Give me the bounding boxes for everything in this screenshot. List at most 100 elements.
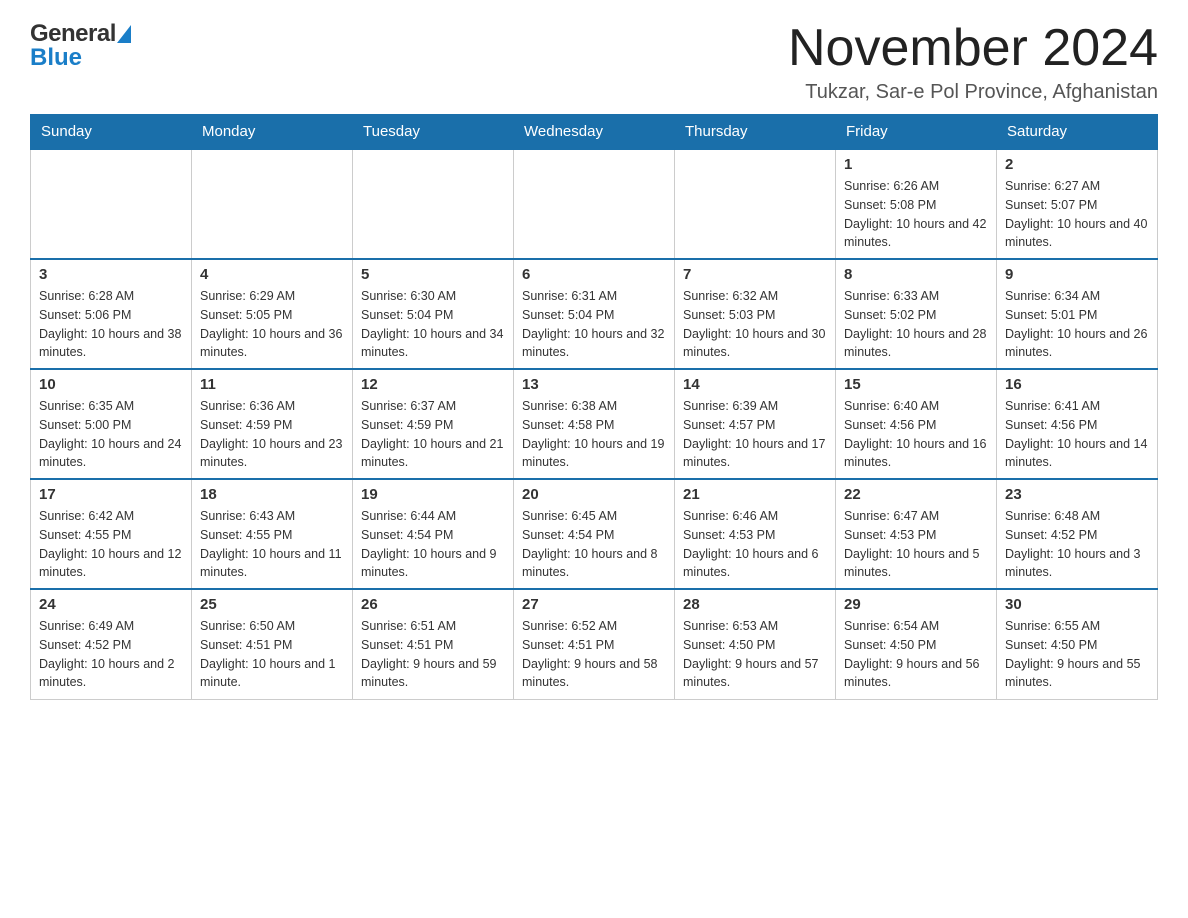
- calendar-day-cell: 3 Sunrise: 6:28 AMSunset: 5:06 PMDaylight…: [31, 259, 192, 369]
- day-number: 25: [200, 596, 344, 613]
- day-number: 30: [1005, 596, 1149, 613]
- calendar-day-cell: 15 Sunrise: 6:40 AMSunset: 4:56 PMDayligh…: [836, 369, 997, 479]
- calendar-header-monday: Monday: [192, 115, 353, 150]
- calendar-day-cell: 2 Sunrise: 6:27 AMSunset: 5:07 PMDaylight…: [997, 149, 1158, 259]
- day-number: 23: [1005, 486, 1149, 503]
- day-info: Sunrise: 6:27 AMSunset: 5:07 PMDaylight:…: [1005, 177, 1149, 252]
- calendar-header-wednesday: Wednesday: [514, 115, 675, 150]
- calendar-day-cell: [514, 149, 675, 259]
- calendar-day-cell: 22 Sunrise: 6:47 AMSunset: 4:53 PMDayligh…: [836, 479, 997, 589]
- location-subtitle: Tukzar, Sar-e Pol Province, Afghanistan: [788, 81, 1158, 104]
- day-number: 29: [844, 596, 988, 613]
- calendar-day-cell: 29 Sunrise: 6:54 AMSunset: 4:50 PMDayligh…: [836, 589, 997, 699]
- calendar-week-row: 24 Sunrise: 6:49 AMSunset: 4:52 PMDayligh…: [31, 589, 1158, 699]
- day-info: Sunrise: 6:47 AMSunset: 4:53 PMDaylight:…: [844, 507, 988, 582]
- calendar-day-cell: 17Sunrise: 6:42 AMSunset: 4:55 PMDayligh…: [31, 479, 192, 589]
- calendar-day-cell: 6 Sunrise: 6:31 AMSunset: 5:04 PMDaylight…: [514, 259, 675, 369]
- calendar-header-sunday: Sunday: [31, 115, 192, 150]
- calendar-day-cell: 8Sunrise: 6:33 AMSunset: 5:02 PMDaylight…: [836, 259, 997, 369]
- day-number: 11: [200, 376, 344, 393]
- day-info: Sunrise: 6:36 AMSunset: 4:59 PMDaylight:…: [200, 397, 344, 472]
- day-info: Sunrise: 6:39 AMSunset: 4:57 PMDaylight:…: [683, 397, 827, 472]
- day-number: 15: [844, 376, 988, 393]
- day-info: Sunrise: 6:43 AMSunset: 4:55 PMDaylight:…: [200, 507, 344, 582]
- day-number: 12: [361, 376, 505, 393]
- calendar-day-cell: 24 Sunrise: 6:49 AMSunset: 4:52 PMDayligh…: [31, 589, 192, 699]
- day-info: Sunrise: 6:32 AMSunset: 5:03 PMDaylight:…: [683, 287, 827, 362]
- calendar-table: SundayMondayTuesdayWednesdayThursdayFrid…: [30, 114, 1158, 700]
- day-info: Sunrise: 6:44 AMSunset: 4:54 PMDaylight:…: [361, 507, 505, 582]
- calendar-week-row: 10Sunrise: 6:35 AMSunset: 5:00 PMDayligh…: [31, 369, 1158, 479]
- month-year-title: November 2024: [788, 20, 1158, 77]
- logo-blue-text: Blue: [30, 44, 82, 71]
- day-info: Sunrise: 6:26 AMSunset: 5:08 PMDaylight:…: [844, 177, 988, 252]
- calendar-day-cell: 1 Sunrise: 6:26 AMSunset: 5:08 PMDaylight…: [836, 149, 997, 259]
- day-number: 24: [39, 596, 183, 613]
- day-info: Sunrise: 6:46 AMSunset: 4:53 PMDaylight:…: [683, 507, 827, 582]
- day-info: Sunrise: 6:29 AMSunset: 5:05 PMDaylight:…: [200, 287, 344, 362]
- day-number: 22: [844, 486, 988, 503]
- day-info: Sunrise: 6:50 AMSunset: 4:51 PMDaylight:…: [200, 617, 344, 692]
- day-number: 3: [39, 266, 183, 283]
- logo-arrow-icon: [117, 25, 131, 43]
- day-number: 18: [200, 486, 344, 503]
- day-number: 7: [683, 266, 827, 283]
- page-header: General Blue November 2024 Tukzar, Sar-e…: [30, 20, 1158, 104]
- day-info: Sunrise: 6:37 AMSunset: 4:59 PMDaylight:…: [361, 397, 505, 472]
- day-number: 2: [1005, 156, 1149, 173]
- calendar-day-cell: 26 Sunrise: 6:51 AMSunset: 4:51 PMDayligh…: [353, 589, 514, 699]
- day-info: Sunrise: 6:52 AMSunset: 4:51 PMDaylight:…: [522, 617, 666, 692]
- calendar-header-tuesday: Tuesday: [353, 115, 514, 150]
- logo: General Blue: [30, 20, 131, 72]
- day-number: 14: [683, 376, 827, 393]
- day-number: 21: [683, 486, 827, 503]
- calendar-header-thursday: Thursday: [675, 115, 836, 150]
- calendar-day-cell: 14 Sunrise: 6:39 AMSunset: 4:57 PMDayligh…: [675, 369, 836, 479]
- day-info: Sunrise: 6:53 AMSunset: 4:50 PMDaylight:…: [683, 617, 827, 692]
- calendar-header-row: SundayMondayTuesdayWednesdayThursdayFrid…: [31, 115, 1158, 150]
- calendar-day-cell: 21 Sunrise: 6:46 AMSunset: 4:53 PMDayligh…: [675, 479, 836, 589]
- day-number: 9: [1005, 266, 1149, 283]
- day-number: 16: [1005, 376, 1149, 393]
- calendar-week-row: 17Sunrise: 6:42 AMSunset: 4:55 PMDayligh…: [31, 479, 1158, 589]
- day-info: Sunrise: 6:40 AMSunset: 4:56 PMDaylight:…: [844, 397, 988, 472]
- calendar-day-cell: 27 Sunrise: 6:52 AMSunset: 4:51 PMDayligh…: [514, 589, 675, 699]
- day-info: Sunrise: 6:51 AMSunset: 4:51 PMDaylight:…: [361, 617, 505, 692]
- calendar-day-cell: [192, 149, 353, 259]
- calendar-day-cell: 9Sunrise: 6:34 AMSunset: 5:01 PMDaylight…: [997, 259, 1158, 369]
- day-info: Sunrise: 6:28 AMSunset: 5:06 PMDaylight:…: [39, 287, 183, 362]
- day-info: Sunrise: 6:35 AMSunset: 5:00 PMDaylight:…: [39, 397, 183, 472]
- day-info: Sunrise: 6:48 AMSunset: 4:52 PMDaylight:…: [1005, 507, 1149, 582]
- calendar-day-cell: 4 Sunrise: 6:29 AMSunset: 5:05 PMDaylight…: [192, 259, 353, 369]
- calendar-day-cell: 5Sunrise: 6:30 AMSunset: 5:04 PMDaylight…: [353, 259, 514, 369]
- calendar-day-cell: [31, 149, 192, 259]
- calendar-day-cell: 16 Sunrise: 6:41 AMSunset: 4:56 PMDayligh…: [997, 369, 1158, 479]
- calendar-day-cell: 28 Sunrise: 6:53 AMSunset: 4:50 PMDayligh…: [675, 589, 836, 699]
- day-number: 4: [200, 266, 344, 283]
- day-number: 1: [844, 156, 988, 173]
- calendar-day-cell: 10Sunrise: 6:35 AMSunset: 5:00 PMDayligh…: [31, 369, 192, 479]
- calendar-header-friday: Friday: [836, 115, 997, 150]
- day-info: Sunrise: 6:33 AMSunset: 5:02 PMDaylight:…: [844, 287, 988, 362]
- day-info: Sunrise: 6:55 AMSunset: 4:50 PMDaylight:…: [1005, 617, 1149, 692]
- calendar-day-cell: 20Sunrise: 6:45 AMSunset: 4:54 PMDayligh…: [514, 479, 675, 589]
- day-number: 27: [522, 596, 666, 613]
- day-info: Sunrise: 6:31 AMSunset: 5:04 PMDaylight:…: [522, 287, 666, 362]
- day-number: 13: [522, 376, 666, 393]
- day-info: Sunrise: 6:49 AMSunset: 4:52 PMDaylight:…: [39, 617, 183, 692]
- calendar-day-cell: 19 Sunrise: 6:44 AMSunset: 4:54 PMDayligh…: [353, 479, 514, 589]
- calendar-header-saturday: Saturday: [997, 115, 1158, 150]
- calendar-day-cell: [675, 149, 836, 259]
- day-info: Sunrise: 6:42 AMSunset: 4:55 PMDaylight:…: [39, 507, 183, 582]
- day-number: 6: [522, 266, 666, 283]
- day-info: Sunrise: 6:30 AMSunset: 5:04 PMDaylight:…: [361, 287, 505, 362]
- day-info: Sunrise: 6:45 AMSunset: 4:54 PMDaylight:…: [522, 507, 666, 582]
- calendar-day-cell: 11 Sunrise: 6:36 AMSunset: 4:59 PMDayligh…: [192, 369, 353, 479]
- day-number: 28: [683, 596, 827, 613]
- calendar-day-cell: 18 Sunrise: 6:43 AMSunset: 4:55 PMDayligh…: [192, 479, 353, 589]
- day-number: 26: [361, 596, 505, 613]
- day-info: Sunrise: 6:41 AMSunset: 4:56 PMDaylight:…: [1005, 397, 1149, 472]
- day-info: Sunrise: 6:54 AMSunset: 4:50 PMDaylight:…: [844, 617, 988, 692]
- calendar-day-cell: 30 Sunrise: 6:55 AMSunset: 4:50 PMDayligh…: [997, 589, 1158, 699]
- day-number: 19: [361, 486, 505, 503]
